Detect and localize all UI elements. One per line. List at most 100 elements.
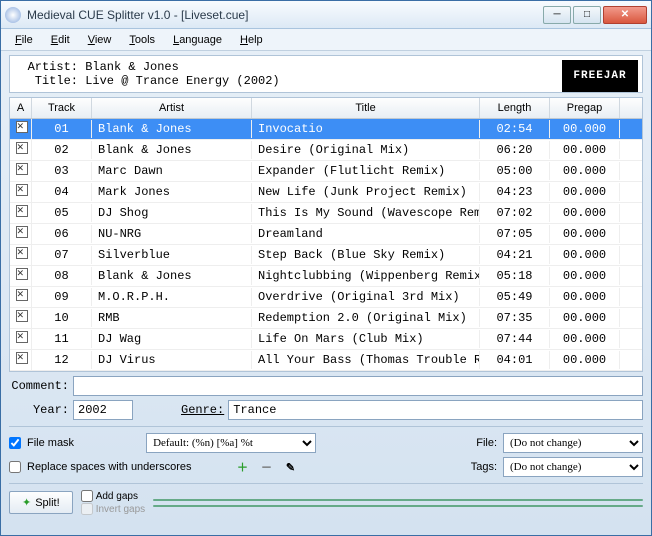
title-label: Title: xyxy=(18,74,78,88)
cell-title: Invocatio xyxy=(252,120,480,138)
row-checkbox[interactable] xyxy=(16,142,28,154)
cell-pregap: 00.000 xyxy=(550,309,620,327)
split-button-label: Split! xyxy=(35,497,59,509)
cue-header: Artist: Blank & Jones Title: Live @ Tran… xyxy=(9,55,643,93)
cell-pregap: 00.000 xyxy=(550,120,620,138)
cell-artist: NU-NRG xyxy=(92,225,252,243)
cell-length: 04:23 xyxy=(480,183,550,201)
col-pregap[interactable]: Pregap xyxy=(550,98,620,118)
close-button[interactable]: ✕ xyxy=(603,6,647,24)
replace-spaces-checkbox[interactable] xyxy=(9,461,21,473)
track-grid: A Track Artist Title Length Pregap 01Bla… xyxy=(9,97,643,372)
menu-language[interactable]: Language xyxy=(165,32,230,48)
row-checkbox[interactable] xyxy=(16,184,28,196)
col-a[interactable]: A xyxy=(10,98,32,118)
cell-title: All Your Bass (Thomas Trouble Remix) xyxy=(252,351,480,369)
menubar: File Edit View Tools Language Help xyxy=(1,29,651,51)
freejar-logo: FREEJAR xyxy=(562,60,638,92)
menu-edit[interactable]: Edit xyxy=(43,32,78,48)
comment-input[interactable] xyxy=(73,376,643,396)
table-row[interactable]: 10RMBRedemption 2.0 (Original Mix)07:350… xyxy=(10,308,642,329)
cell-artist: DJ Shog xyxy=(92,204,252,222)
col-length[interactable]: Length xyxy=(480,98,550,118)
row-checkbox[interactable] xyxy=(16,310,28,322)
cell-track: 05 xyxy=(32,204,92,222)
edit-icon[interactable]: ✎ xyxy=(281,458,299,476)
remove-icon[interactable]: － xyxy=(257,458,275,476)
cell-artist: DJ Virus xyxy=(92,351,252,369)
table-row[interactable]: 05DJ ShogThis Is My Sound (Wavescope Rem… xyxy=(10,203,642,224)
minimize-button[interactable]: ─ xyxy=(543,6,571,24)
app-icon xyxy=(5,7,21,23)
menu-view[interactable]: View xyxy=(80,32,120,48)
grid-header: A Track Artist Title Length Pregap xyxy=(10,98,642,119)
row-checkbox[interactable] xyxy=(16,352,28,364)
row-checkbox[interactable] xyxy=(16,205,28,217)
table-row[interactable]: 02Blank & JonesDesire (Original Mix)06:2… xyxy=(10,140,642,161)
table-row[interactable]: 08Blank & JonesNightclubbing (Wippenberg… xyxy=(10,266,642,287)
cell-artist: Blank & Jones xyxy=(92,267,252,285)
cell-track: 07 xyxy=(32,246,92,264)
row-checkbox[interactable] xyxy=(16,289,28,301)
col-track[interactable]: Track xyxy=(32,98,92,118)
file-mask-preset[interactable]: Default: (%n) [%a] %t xyxy=(146,433,316,453)
table-row[interactable]: 01Blank & JonesInvocatio02:5400.000 xyxy=(10,119,642,140)
cell-artist: Blank & Jones xyxy=(92,120,252,138)
tags-select[interactable]: (Do not change) xyxy=(503,457,643,477)
table-row[interactable]: 12DJ VirusAll Your Bass (Thomas Trouble … xyxy=(10,350,642,371)
cell-artist: Marc Dawn xyxy=(92,162,252,180)
grid-body[interactable]: 01Blank & JonesInvocatio02:5400.00002Bla… xyxy=(10,119,642,371)
file-mask-checkbox[interactable] xyxy=(9,437,21,449)
genre-input[interactable] xyxy=(228,400,643,420)
table-row[interactable]: 06NU-NRGDreamland07:0500.000 xyxy=(10,224,642,245)
cell-pregap: 00.000 xyxy=(550,183,620,201)
cell-title: Life On Mars (Club Mix) xyxy=(252,330,480,348)
cell-track: 02 xyxy=(32,141,92,159)
file-select[interactable]: (Do not change) xyxy=(503,433,643,453)
window-title: Medieval CUE Splitter v1.0 - [Liveset.cu… xyxy=(27,8,543,22)
cell-length: 07:05 xyxy=(480,225,550,243)
cell-title: Nightclubbing (Wippenberg Remix) xyxy=(252,267,480,285)
split-icon: ✦ xyxy=(22,496,31,509)
main-window: Medieval CUE Splitter v1.0 - [Liveset.cu… xyxy=(0,0,652,536)
split-button[interactable]: ✦ Split! xyxy=(9,491,73,514)
maximize-button[interactable]: □ xyxy=(573,6,601,24)
table-row[interactable]: 09M.O.R.P.H.Overdrive (Original 3rd Mix)… xyxy=(10,287,642,308)
file-mask-label: File mask xyxy=(27,437,74,449)
titlebar[interactable]: Medieval CUE Splitter v1.0 - [Liveset.cu… xyxy=(1,1,651,29)
genre-label[interactable]: Genre: xyxy=(181,403,224,417)
cell-track: 04 xyxy=(32,183,92,201)
row-checkbox[interactable] xyxy=(16,226,28,238)
row-checkbox[interactable] xyxy=(16,268,28,280)
cell-artist: Blank & Jones xyxy=(92,141,252,159)
add-gaps-checkbox[interactable] xyxy=(81,490,93,502)
cue-title: Live @ Trance Energy (2002) xyxy=(85,74,279,88)
menu-tools[interactable]: Tools xyxy=(121,32,163,48)
cell-track: 11 xyxy=(32,330,92,348)
cue-artist: Blank & Jones xyxy=(85,60,179,74)
year-input[interactable] xyxy=(73,400,133,420)
cell-track: 03 xyxy=(32,162,92,180)
menu-file[interactable]: File xyxy=(7,32,41,48)
cell-track: 09 xyxy=(32,288,92,306)
cell-track: 08 xyxy=(32,267,92,285)
cell-track: 01 xyxy=(32,120,92,138)
col-title[interactable]: Title xyxy=(252,98,480,118)
add-icon[interactable]: ＋ xyxy=(233,458,251,476)
table-row[interactable]: 07SilverblueStep Back (Blue Sky Remix)04… xyxy=(10,245,642,266)
row-checkbox[interactable] xyxy=(16,331,28,343)
table-row[interactable]: 03Marc DawnExpander (Flutlicht Remix)05:… xyxy=(10,161,642,182)
col-artist[interactable]: Artist xyxy=(92,98,252,118)
cell-pregap: 00.000 xyxy=(550,267,620,285)
row-checkbox[interactable] xyxy=(16,247,28,259)
cell-title: Desire (Original Mix) xyxy=(252,141,480,159)
table-row[interactable]: 04Mark JonesNew Life (Junk Project Remix… xyxy=(10,182,642,203)
cell-track: 12 xyxy=(32,351,92,369)
row-checkbox[interactable] xyxy=(16,163,28,175)
cell-track: 06 xyxy=(32,225,92,243)
cell-artist: M.O.R.P.H. xyxy=(92,288,252,306)
table-row[interactable]: 11DJ WagLife On Mars (Club Mix)07:4400.0… xyxy=(10,329,642,350)
menu-help[interactable]: Help xyxy=(232,32,271,48)
row-checkbox[interactable] xyxy=(16,121,28,133)
replace-spaces-label: Replace spaces with underscores xyxy=(27,461,191,473)
